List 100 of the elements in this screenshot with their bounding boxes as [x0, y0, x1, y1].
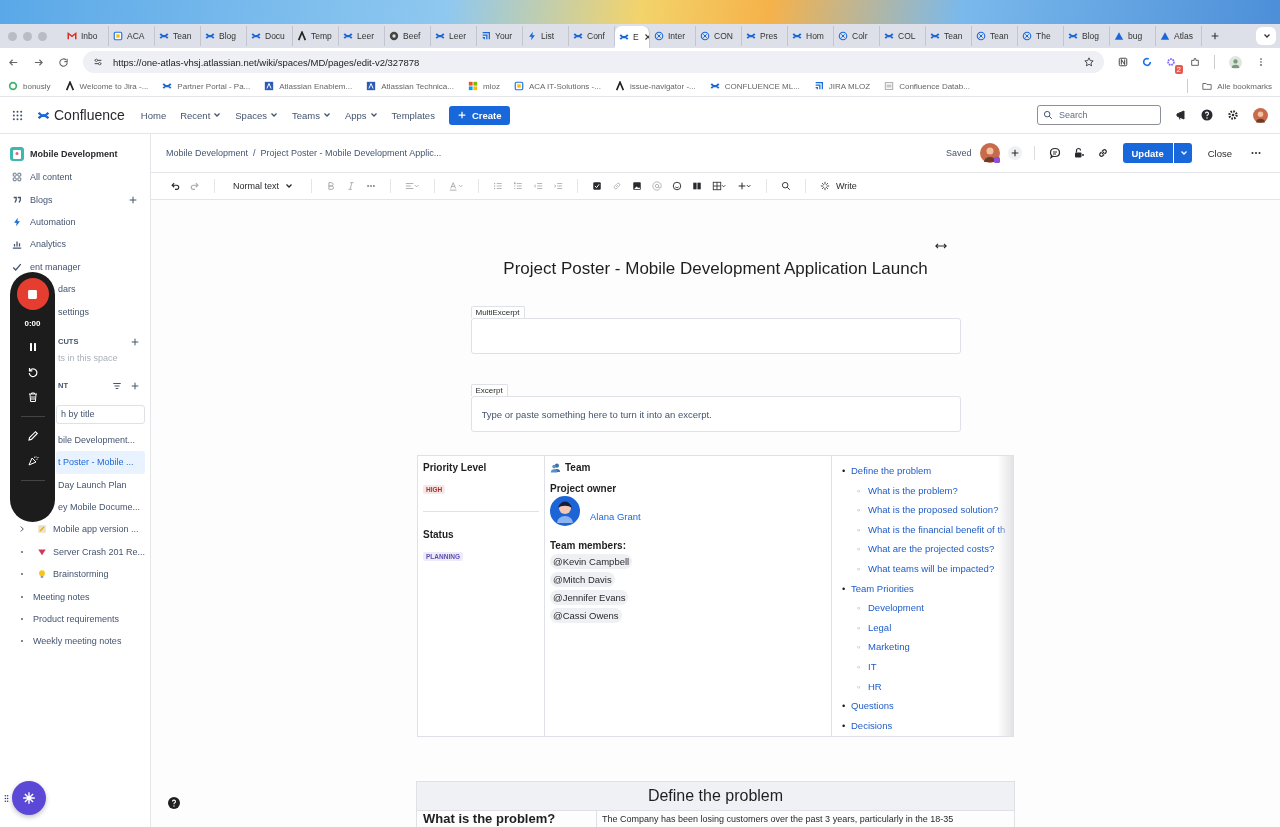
product-logo[interactable]: Confluence	[37, 107, 125, 123]
browser-tab[interactable]: COL	[880, 26, 926, 46]
browser-tab[interactable]: ACA	[109, 26, 155, 46]
new-tab-icon[interactable]	[1210, 31, 1220, 41]
user-mention[interactable]: @Cassi Owens	[550, 608, 622, 623]
filter-icon[interactable]	[112, 380, 122, 391]
close-button[interactable]: Close	[1199, 147, 1240, 159]
link-icon[interactable]	[1096, 147, 1109, 159]
emoji-icon[interactable]	[672, 181, 682, 191]
bookmark[interactable]: issue-navigator -...	[614, 81, 696, 91]
square-logo-icon[interactable]	[1118, 57, 1128, 67]
plus-icon[interactable]	[130, 380, 140, 391]
user-avatar-icon[interactable]	[1253, 107, 1268, 123]
page-tree-item[interactable]: Meeting notes	[5, 585, 145, 608]
settings-icon[interactable]	[1227, 109, 1239, 121]
table-icon[interactable]	[712, 181, 727, 191]
browser-tab[interactable]: Your	[477, 26, 523, 46]
toc-link[interactable]: Decisions	[851, 719, 893, 731]
refresh-logo-icon[interactable]	[1142, 57, 1152, 67]
browser-tab[interactable]: bug	[1110, 26, 1156, 46]
sidebar-item[interactable]: dars	[0, 277, 150, 301]
browser-tab[interactable]: Docu	[247, 26, 293, 46]
sidebar-item[interactable]: Analytics	[0, 233, 150, 256]
browser-tab[interactable]: Blog	[201, 26, 247, 46]
unlock-icon[interactable]	[1072, 147, 1085, 159]
toc-link[interactable]: Development	[868, 602, 924, 614]
puzzle-icon[interactable]	[1190, 57, 1200, 67]
breadcrumb-link[interactable]: Project Poster - Mobile Development Applic...	[260, 148, 442, 158]
plus-icon[interactable]	[130, 336, 140, 347]
user-avatar-icon[interactable]	[979, 143, 1000, 163]
bookmark[interactable]: Confluence Datab...	[884, 81, 970, 91]
page-tree-item[interactable]: bile Development...	[56, 428, 145, 452]
browser-tab[interactable]: Atlas	[1156, 26, 1202, 46]
update-button[interactable]: Update	[1122, 143, 1173, 163]
assistant-button[interactable]	[12, 781, 46, 815]
invite-button[interactable]	[1007, 146, 1022, 160]
user-mention[interactable]: @Kevin Campbell	[550, 554, 633, 569]
browser-tab[interactable]: List	[523, 26, 569, 46]
image-icon[interactable]	[632, 181, 642, 191]
browser-tab[interactable]: Tean	[926, 26, 972, 46]
bookmark[interactable]: Atlassian Enablem...	[264, 81, 353, 91]
bookmark-folder[interactable]: Alle bookmarks	[1202, 81, 1272, 91]
page-tree-item[interactable]: Weekly meeting notes	[5, 630, 145, 653]
toc-link[interactable]: Team Priorities	[851, 582, 914, 594]
browser-tab[interactable]: Inbo	[63, 26, 109, 46]
drag-handle-icon[interactable]	[4, 793, 9, 803]
help-icon[interactable]	[1201, 109, 1213, 121]
browser-tab[interactable]: Leer	[339, 26, 385, 46]
toc-link[interactable]: What teams will be impacted?	[868, 562, 995, 574]
page-tree-item[interactable]: Mobile app version ...	[5, 518, 145, 541]
toc-link[interactable]: What is the financial benefit of th	[868, 523, 1006, 535]
browser-tab[interactable]: CON	[696, 26, 742, 46]
sidebar-item[interactable]: Blogs	[0, 188, 150, 211]
pencil-icon[interactable]	[26, 430, 39, 442]
sidebar-item[interactable]: ent manager	[0, 255, 150, 278]
tab-search-button[interactable]	[1256, 27, 1276, 45]
search-icon[interactable]	[781, 181, 791, 191]
sidebar-item[interactable]: Automation	[0, 210, 150, 234]
browser-tab[interactable]: Beef	[385, 26, 431, 46]
text-color-icon[interactable]	[449, 181, 464, 191]
browser-tab[interactable]: Tean	[155, 26, 201, 46]
toc-link[interactable]: Questions	[851, 700, 894, 712]
user-mention[interactable]: @Jennifer Evans	[550, 590, 629, 605]
address-bar[interactable]: https://one-atlas-vhsj.atlassian.net/wiki/spaces/MD/pages/edit-v2/327878	[83, 51, 1104, 73]
star-icon[interactable]	[1084, 57, 1094, 67]
browser-tab[interactable]: The	[1018, 26, 1064, 46]
bookmark[interactable]: bonusly	[8, 81, 51, 91]
browser-tab[interactable]: Hom	[788, 26, 834, 46]
breadcrumb-link[interactable]: Mobile Development	[166, 148, 249, 158]
insert-icon[interactable]	[737, 181, 752, 191]
bookmark[interactable]: Welcome to Jira -...	[64, 81, 149, 91]
toc-link[interactable]: What is the problem?	[868, 484, 958, 496]
browser-tab[interactable]: Pres	[742, 26, 788, 46]
stop-recording-button[interactable]	[16, 278, 49, 310]
toc-link[interactable]: HR	[868, 680, 882, 692]
sidebar-item[interactable]: All content	[0, 166, 150, 189]
bookmark[interactable]: Partner Portal - Pa...	[162, 81, 251, 91]
nav-menu-item[interactable]: Home	[140, 109, 167, 121]
toc-link[interactable]: IT	[868, 660, 877, 672]
bookmark[interactable]: mloz	[468, 81, 500, 91]
nav-menu-item[interactable]: Templates	[391, 109, 435, 121]
page-tree-item[interactable]: Brainstorming	[5, 563, 145, 586]
nav-menu-item[interactable]: Apps	[344, 109, 378, 121]
update-options-button[interactable]	[1173, 143, 1192, 163]
browser-tab[interactable]: Temp	[293, 26, 339, 46]
excerpt-field[interactable]: Type or paste something here to turn it into an excerpt.	[470, 396, 961, 432]
reload-icon[interactable]	[58, 56, 69, 68]
toc-link[interactable]: What is the proposed solution?	[868, 504, 999, 516]
trash-icon[interactable]	[26, 391, 39, 403]
bookmark[interactable]: ACA IT-Solutions -...	[513, 81, 601, 91]
browser-tab[interactable]: Tean	[972, 26, 1018, 46]
toc-link[interactable]: Define the problem	[851, 465, 932, 476]
site-settings-icon[interactable]	[93, 57, 103, 67]
undo-icon[interactable]	[170, 181, 180, 191]
page-tree-item[interactable]: ey Mobile Docume...	[56, 495, 145, 519]
person-link[interactable]: Alana Grant	[590, 510, 641, 522]
gear-icon[interactable]	[1166, 57, 1176, 67]
comment-icon[interactable]	[1048, 147, 1061, 159]
space-title[interactable]: Mobile Development	[0, 146, 150, 162]
bookmark[interactable]: CONFLUENCE ML...	[709, 81, 800, 91]
